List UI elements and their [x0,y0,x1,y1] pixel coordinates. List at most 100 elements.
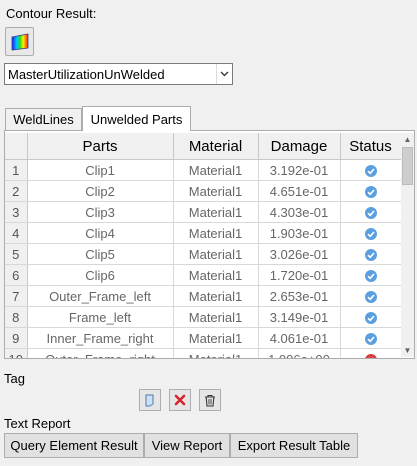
remove-x-icon [174,394,186,406]
cell-damage: 1.006e+00 [258,348,341,358]
row-number: 3 [5,201,28,223]
tab-unwelded-parts[interactable]: Unwelded Parts [82,106,191,131]
table-row[interactable]: 5 Clip5 Material1 3.026e-01 [5,243,401,265]
cell-damage: 3.192e-01 [258,159,341,181]
status-ok-check-icon [364,165,377,178]
row-number-header [5,133,28,160]
cell-status [340,327,401,349]
export-result-table-button[interactable]: Export Result Table [230,433,358,458]
table-row[interactable]: 9 Inner_Frame_right Material1 4.061e-01 [5,327,401,349]
table-row[interactable]: 7 Outer_Frame_left Material1 2.653e-01 [5,285,401,307]
status-ok-check-icon [364,186,377,199]
contour-result-value: MasterUtilizationUnWelded [8,67,165,82]
cell-material: Material1 [173,285,259,307]
tag-label: Tag [4,371,25,386]
contour-result-label: Contour Result: [6,6,97,21]
tab-label: WeldLines [13,112,74,127]
scrollbar-thumb[interactable] [402,147,413,185]
cell-part: Clip5 [27,243,174,265]
cell-part: Frame_left [27,306,174,328]
cell-material: Material1 [173,243,259,265]
cell-damage: 2.653e-01 [258,285,341,307]
column-header-parts[interactable]: Parts [27,133,174,160]
cell-material: Material1 [173,159,259,181]
cell-material: Material1 [173,222,259,244]
cell-damage: 4.061e-01 [258,327,341,349]
cell-damage: 3.026e-01 [258,243,341,265]
cell-part: Outer_Frame_right [27,348,174,358]
table-row[interactable]: 1 Clip1 Material1 3.192e-01 [5,159,401,181]
table-row[interactable]: 6 Clip6 Material1 1.720e-01 [5,264,401,286]
vertical-scrollbar[interactable]: ▲ ▼ [401,133,414,357]
remove-tag-button[interactable] [169,389,191,411]
contour-result-select[interactable]: MasterUtilizationUnWelded [4,63,233,85]
cell-part: Outer_Frame_left [27,285,174,307]
cell-part: Clip1 [27,159,174,181]
cell-part: Clip6 [27,264,174,286]
cell-damage: 4.303e-01 [258,201,341,223]
status-ok-check-icon [364,249,377,262]
cell-material: Material1 [173,306,259,328]
status-ok-check-icon [364,207,377,220]
cell-status [340,180,401,202]
cell-status [340,306,401,328]
column-header-material[interactable]: Material [173,133,259,160]
column-header-status[interactable]: Status [340,133,401,160]
view-report-button[interactable]: View Report [144,433,230,458]
cell-damage: 1.720e-01 [258,264,341,286]
status-fail-x-icon [364,354,377,358]
cell-material: Material1 [173,201,259,223]
text-report-label: Text Report [4,416,71,431]
cell-status [340,348,401,358]
contour-plot-button[interactable] [5,27,34,56]
cell-status [340,285,401,307]
status-ok-check-icon [364,228,377,241]
row-number: 6 [5,264,28,286]
cell-status [340,243,401,265]
row-number: 2 [5,180,28,202]
table-row[interactable]: 10Outer_Frame_rightMaterial11.006e+00 [5,348,401,358]
scroll-up-arrow-icon[interactable]: ▲ [401,133,414,146]
cell-part: Clip4 [27,222,174,244]
table-row[interactable]: 8 Frame_left Material1 3.149e-01 [5,306,401,328]
query-element-result-button[interactable]: Query Element Result [4,433,144,458]
cell-material: Material1 [173,180,259,202]
cell-material: Material1 [173,348,259,358]
tab-weldlines[interactable]: WeldLines [5,108,82,130]
cell-part: Clip3 [27,201,174,223]
contour-rainbow-icon [11,33,28,50]
delete-tags-button[interactable] [199,389,221,411]
cell-status [340,201,401,223]
add-tag-button[interactable] [139,389,161,411]
trash-icon [205,394,215,407]
status-ok-check-icon [364,312,377,325]
cell-status [340,264,401,286]
cell-material: Material1 [173,327,259,349]
cell-status [340,222,401,244]
row-number: 9 [5,327,28,349]
row-number: 4 [5,222,28,244]
cell-part: Clip2 [27,180,174,202]
table-row[interactable]: 4 Clip4 Material1 1.903e-01 [5,222,401,244]
status-ok-check-icon [364,291,377,304]
chevron-down-icon[interactable] [216,64,232,84]
cell-damage: 3.149e-01 [258,306,341,328]
status-ok-check-icon [364,270,377,283]
status-ok-check-icon [364,333,377,346]
row-number: 1 [5,159,28,181]
cell-material: Material1 [173,264,259,286]
cell-part: Inner_Frame_right [27,327,174,349]
tab-label: Unwelded Parts [90,111,183,127]
cell-status [340,159,401,181]
tag-add-icon [145,394,154,407]
column-header-damage[interactable]: Damage [258,133,341,160]
table-row[interactable]: 3 Clip3 Material1 4.303e-01 [5,201,401,223]
table-header-row: Parts Material Damage Status [5,133,401,160]
row-number: 5 [5,243,28,265]
table-row[interactable]: 2 Clip2 Material1 4.651e-01 [5,180,401,202]
unwelded-parts-table: Parts Material Damage Status 1 Clip1 Mater… [5,133,401,358]
scroll-down-arrow-icon[interactable]: ▼ [401,344,414,357]
cell-damage: 1.903e-01 [258,222,341,244]
row-number: 7 [5,285,28,307]
row-number: 8 [5,306,28,328]
